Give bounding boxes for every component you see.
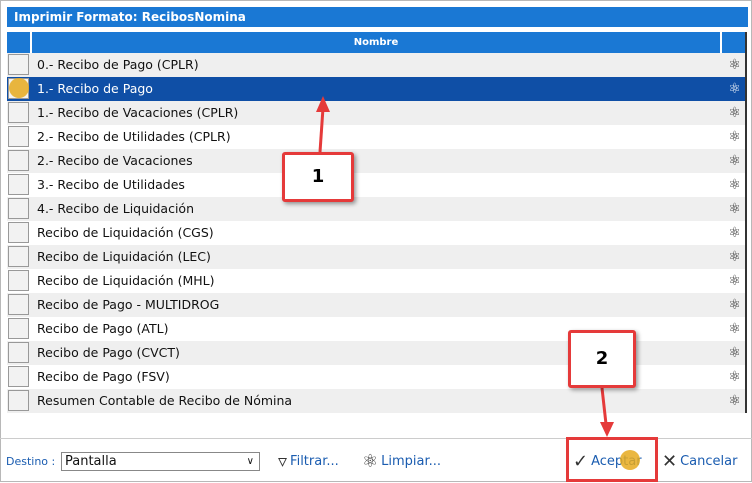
arrow-1-head xyxy=(316,96,330,112)
arrow-1 xyxy=(318,107,325,153)
callout-2: 2 xyxy=(568,330,636,388)
arrow-2 xyxy=(600,387,608,425)
callout-1: 1 xyxy=(282,152,354,202)
annotation-arrows xyxy=(316,96,614,437)
arrow-2-head xyxy=(600,422,614,437)
